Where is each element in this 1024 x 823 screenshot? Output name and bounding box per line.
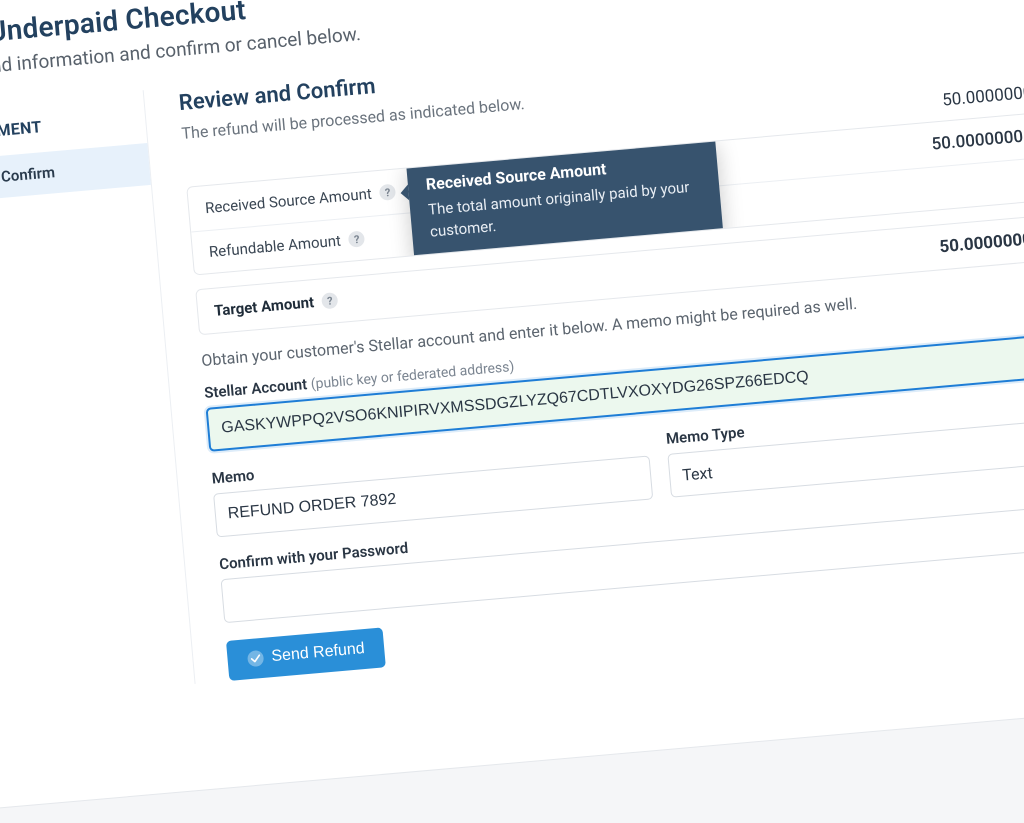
target-label: Target Amount — [213, 293, 314, 320]
received-label: Received Source Amount — [204, 184, 372, 216]
refundable-label: Refundable Amount — [208, 231, 341, 260]
tooltip-received-source: Received Source Amount The total amount … — [406, 135, 723, 260]
memo-type-value: Text — [681, 462, 713, 484]
target-value: 50.0000000 XLM — [939, 225, 1024, 256]
main: Review and Confirm The refund will be pr… — [144, 8, 1024, 683]
field-memo: Memo — [211, 431, 653, 537]
help-icon[interactable]: ? — [379, 183, 396, 200]
help-icon[interactable]: ? — [321, 292, 338, 309]
check-circle-icon — [247, 649, 264, 666]
send-refund-button[interactable]: Send Refund — [226, 627, 386, 681]
received-value: 50.0000000 XLM — [931, 123, 1024, 154]
help-icon[interactable]: ? — [348, 230, 365, 247]
send-refund-label: Send Refund — [271, 640, 366, 666]
